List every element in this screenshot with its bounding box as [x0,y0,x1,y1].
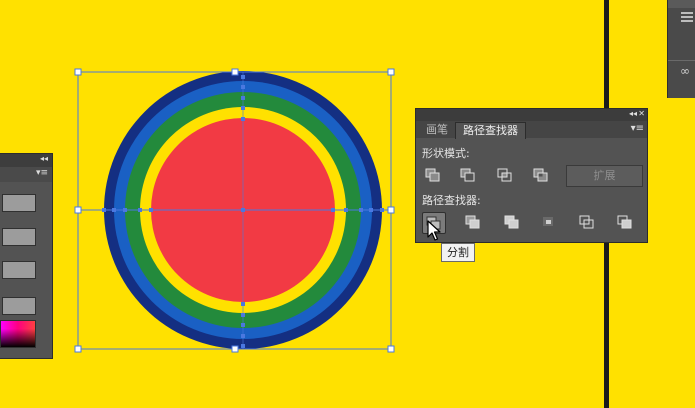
color-value-field[interactable] [2,194,36,212]
minus-front-icon [460,168,475,182]
collapse-icon[interactable]: ◂◂ [40,154,48,163]
intersect-button[interactable] [494,165,516,185]
dock-header [668,0,695,8]
color-spectrum[interactable] [0,320,36,348]
pathfinders-label: 路径查找器: [422,194,481,207]
mouse-pointer-icon [427,220,441,241]
merge-icon [504,215,519,229]
panel-titlebar[interactable] [416,109,647,121]
unite-icon [425,168,440,182]
outline-button[interactable] [576,212,598,232]
crop-button[interactable] [538,212,560,232]
close-icon[interactable]: ✕ [638,109,645,118]
minus-back-button[interactable] [614,212,636,232]
exclude-button[interactable] [530,165,552,185]
color-value-field[interactable] [2,297,36,315]
intersect-icon [497,168,512,182]
panel-menu-icon[interactable]: ▾≡ [36,168,48,178]
expand-button[interactable]: 扩展 [566,165,643,187]
exclude-icon [533,168,548,182]
hamburger-icon[interactable] [681,16,693,18]
merge-button[interactable] [501,212,523,232]
minus-back-icon [617,215,632,229]
trim-button[interactable] [462,212,484,232]
unite-button[interactable] [422,165,444,185]
pathfinder-panel[interactable]: ◂◂ ✕ 画笔 路径查找器 ▾≡ 形状模式: 扩展 路径查找器: [415,108,648,243]
link-icon[interactable]: ∞ [680,64,690,78]
shape-modes-label: 形状模式: [422,147,470,160]
tab-pathfinder[interactable]: 路径查找器 [455,122,526,139]
trim-icon [465,215,480,229]
right-panel-dock[interactable]: ∞ [667,0,695,98]
tab-brushes[interactable]: 画笔 [420,122,454,138]
outline-icon [579,215,594,229]
crop-icon [543,217,553,226]
divide-tooltip: 分割 [441,243,475,262]
color-value-field[interactable] [2,261,36,279]
minus-front-button[interactable] [457,165,479,185]
color-value-field[interactable] [2,228,36,246]
dock-divider [668,60,695,61]
collapse-icon[interactable]: ◂◂ [629,109,637,118]
color-panel[interactable]: ◂◂ ▾≡ [0,153,53,359]
panel-menu-icon[interactable]: ▾≡ [631,123,644,134]
